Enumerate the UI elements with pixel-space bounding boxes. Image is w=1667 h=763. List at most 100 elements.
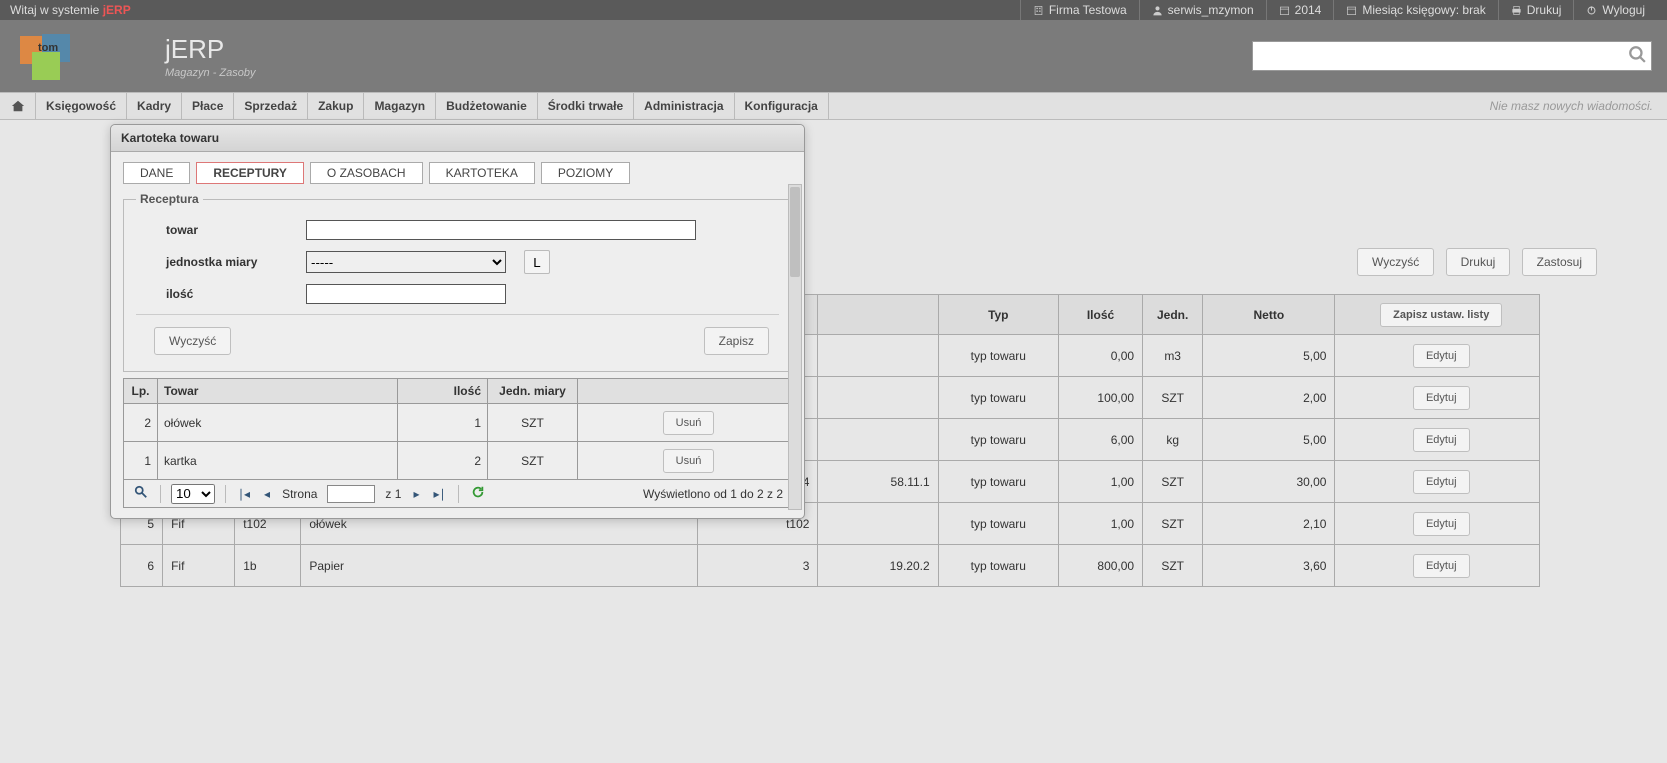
cell-jedn: SZT: [1143, 377, 1203, 419]
welcome-app: jERP: [103, 3, 131, 17]
building-icon: [1033, 5, 1044, 16]
col-jm: Jedn. miary: [488, 379, 578, 404]
nav-administracja[interactable]: Administracja: [634, 93, 734, 119]
cell-typ: typ towaru: [938, 461, 1058, 503]
power-icon: [1586, 5, 1597, 16]
cell-ilosc: 0,00: [1058, 335, 1142, 377]
cell-lp: 6: [121, 545, 163, 587]
usun-button[interactable]: Usuń: [663, 449, 715, 473]
col-towar: Towar: [158, 379, 398, 404]
refresh-icon[interactable]: [469, 485, 487, 502]
topbar-company[interactable]: Firma Testowa: [1020, 0, 1139, 20]
last-page-icon[interactable]: ▸∣: [431, 487, 447, 501]
cell-jedn: SZT: [1143, 503, 1203, 545]
cell-kat: 58.11.1: [818, 461, 938, 503]
table-row[interactable]: 1 kartka 2 SZT Usuń: [124, 442, 792, 480]
cell-jm: SZT: [488, 404, 578, 442]
zastosuj-button[interactable]: Zastosuj: [1522, 248, 1597, 276]
nav-ksiegowosc[interactable]: Księgowość: [36, 93, 127, 119]
edytuj-button[interactable]: Edytuj: [1413, 512, 1470, 536]
tab-o-zasobach[interactable]: O ZASOBACH: [310, 162, 423, 184]
table-row[interactable]: 6 Fif 1b Papier 3 19.20.2 typ towaru 800…: [121, 545, 1540, 587]
first-page-icon[interactable]: ∣◂: [236, 487, 252, 501]
col-ilosc: Ilość: [398, 379, 488, 404]
company-label: Firma Testowa: [1049, 0, 1127, 20]
col-netto: Netto: [1203, 295, 1335, 335]
wyczysc-button[interactable]: Wyczyść: [1357, 248, 1434, 276]
pager-info: Wyświetlono od 1 do 2 z 2: [643, 487, 783, 501]
tab-poziomy[interactable]: POZIOMY: [541, 162, 630, 184]
cell-lp: 2: [124, 404, 158, 442]
input-towar[interactable]: [306, 220, 696, 240]
zapisz-ustaw-button[interactable]: Zapisz ustaw. listy: [1380, 303, 1502, 327]
edytuj-button[interactable]: Edytuj: [1413, 386, 1470, 410]
cell-netto: 2,00: [1203, 377, 1335, 419]
table-row[interactable]: 2 ołówek 1 SZT Usuń: [124, 404, 792, 442]
nav-place[interactable]: Płace: [182, 93, 234, 119]
topbar-print[interactable]: Drukuj: [1498, 0, 1574, 20]
cell-netto: 3,60: [1203, 545, 1335, 587]
cell-lp: 1: [124, 442, 158, 480]
cell-kat: [818, 419, 938, 461]
cell-typ: typ towaru: [938, 377, 1058, 419]
nav-budzetowanie[interactable]: Budżetowanie: [436, 93, 538, 119]
dialog-zapisz-button[interactable]: Zapisz: [704, 327, 769, 355]
app-title: jERP: [165, 34, 255, 65]
nav-konfiguracja[interactable]: Konfiguracja: [735, 93, 829, 119]
dialog-scrollbar[interactable]: [788, 184, 802, 510]
search-icon[interactable]: [1623, 45, 1651, 68]
edytuj-button[interactable]: Edytuj: [1413, 428, 1470, 452]
cell-typ: typ towaru: [938, 503, 1058, 545]
receptura-legend: Receptura: [136, 192, 203, 206]
nav-kadry[interactable]: Kadry: [127, 93, 182, 119]
home-icon: [11, 99, 25, 113]
cell-typ: typ towaru: [938, 545, 1058, 587]
cell-typ: typ towaru: [938, 419, 1058, 461]
topbar-user[interactable]: serwis_mzymon: [1139, 0, 1266, 20]
tab-kartoteka[interactable]: KARTOTEKA: [429, 162, 535, 184]
calendar-icon: [1279, 5, 1290, 16]
cell-jedn: SZT: [1143, 461, 1203, 503]
welcome-text: Witaj w systemie jERP: [10, 0, 131, 20]
page-of: z 1: [385, 487, 401, 501]
col-jedn: Jedn.: [1143, 295, 1203, 335]
edytuj-button[interactable]: Edytuj: [1413, 470, 1470, 494]
nav-magazyn[interactable]: Magazyn: [364, 93, 436, 119]
logout-label: Wyloguj: [1602, 0, 1645, 20]
cell-ilosc: 100,00: [1058, 377, 1142, 419]
drukuj-button[interactable]: Drukuj: [1446, 248, 1511, 276]
logo: tom: [20, 34, 75, 79]
topbar-month[interactable]: Miesiąc księgowy: brak: [1333, 0, 1497, 20]
page-size-select[interactable]: 10: [171, 484, 215, 504]
search-box[interactable]: [1252, 41, 1652, 71]
search-input[interactable]: [1253, 48, 1623, 64]
topbar-logout[interactable]: Wyloguj: [1573, 0, 1657, 20]
no-messages: Nie masz nowych wiadomości.: [1476, 93, 1667, 119]
col-ilosc: Ilość: [1058, 295, 1142, 335]
jm-list-button[interactable]: L: [524, 250, 550, 274]
prev-page-icon[interactable]: ◂: [262, 487, 272, 501]
dialog-wyczysc-button[interactable]: Wyczyść: [154, 327, 231, 355]
cell-netto: 2,10: [1203, 503, 1335, 545]
usun-button[interactable]: Usuń: [663, 411, 715, 435]
nav-srodki[interactable]: Środki trwałe: [538, 93, 634, 119]
nav-zakup[interactable]: Zakup: [308, 93, 364, 119]
input-ilosc[interactable]: [306, 284, 506, 304]
tab-dane[interactable]: DANE: [123, 162, 190, 184]
brand: jERP Magazyn - Zasoby: [165, 34, 255, 79]
next-page-icon[interactable]: ▸: [411, 487, 421, 501]
user-label: serwis_mzymon: [1168, 0, 1254, 20]
topbar-year[interactable]: 2014: [1266, 0, 1334, 20]
zoom-icon[interactable]: [132, 485, 150, 502]
tab-receptury[interactable]: RECEPTURY: [196, 162, 304, 184]
edytuj-button[interactable]: Edytuj: [1413, 554, 1470, 578]
nav-home[interactable]: [0, 93, 36, 119]
page-input[interactable]: [327, 485, 375, 503]
nav-sprzedaz[interactable]: Sprzedaż: [234, 93, 308, 119]
print-icon: [1511, 5, 1522, 16]
cell-towar: ołówek: [158, 404, 398, 442]
cell-q: 3: [698, 545, 818, 587]
select-jm[interactable]: -----: [306, 251, 506, 273]
edytuj-button[interactable]: Edytuj: [1413, 344, 1470, 368]
cell-kat: [818, 503, 938, 545]
